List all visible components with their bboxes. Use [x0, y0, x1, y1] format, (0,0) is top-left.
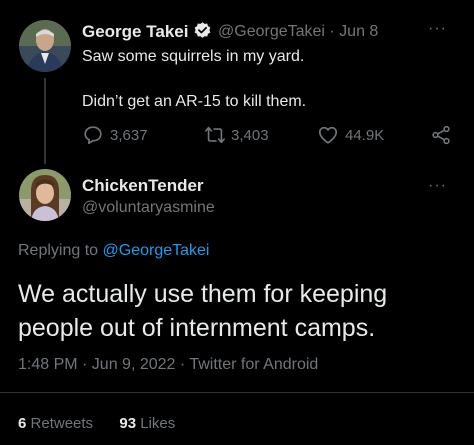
replying-to-line: Replying to @GeorgeTakei [18, 242, 209, 260]
likes-label: Likes [140, 415, 176, 432]
share-icon[interactable] [430, 124, 452, 146]
retweets-stat[interactable]: 6 Retweets [18, 415, 93, 432]
avatar-george-takei[interactable] [19, 20, 71, 72]
author-name[interactable]: George Takei [82, 22, 188, 42]
reply-icon [82, 124, 104, 146]
replying-to-mention-link[interactable]: @GeorgeTakei [103, 242, 210, 259]
verified-badge-icon [193, 21, 212, 40]
author-handle-date[interactable]: @GeorgeTakei · Jun 8 [218, 23, 378, 41]
replying-to-label: Replying to [18, 242, 99, 259]
thread-connector-line [44, 78, 46, 164]
reply-author-handle[interactable]: @voluntaryasmine [82, 199, 215, 217]
avatar-chickentender[interactable] [19, 169, 71, 221]
more-icon[interactable]: ··· [428, 20, 447, 38]
reply-tweet-text: We actually use them for keeping people … [18, 280, 388, 342]
like-count: 44.9K [345, 127, 385, 144]
heart-icon [317, 124, 339, 146]
likes-count: 93 [119, 415, 137, 432]
tweet-text-line1: Saw some squirrels in my yard. [82, 48, 305, 65]
reply-author-name[interactable]: ChickenTender [82, 176, 204, 196]
retweet-count: 3,403 [231, 127, 269, 144]
retweets-label: Retweets [30, 415, 94, 432]
engagement-stats: 6 Retweets 93 Likes [18, 415, 175, 432]
tweet-timestamp-source[interactable]: 1:48 PM · Jun 9, 2022 · Twitter for Andr… [18, 356, 318, 374]
tweet-text-line2: Didn’t get an AR-15 to kill them. [82, 93, 307, 110]
retweet-icon [203, 124, 227, 146]
reply-count: 3,637 [110, 127, 148, 144]
retweets-count: 6 [18, 415, 27, 432]
likes-stat[interactable]: 93 Likes [119, 415, 175, 432]
reply-more-icon[interactable]: ··· [428, 177, 447, 195]
stats-divider [0, 392, 474, 393]
